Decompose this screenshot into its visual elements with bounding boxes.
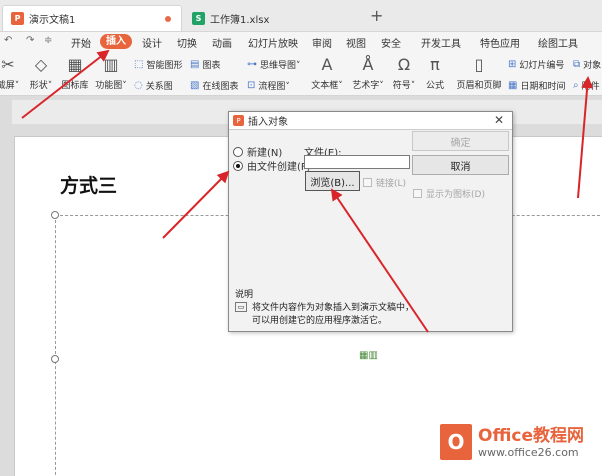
- radio-from-file[interactable]: 由文件创建(F): [233, 158, 311, 173]
- description-box: ▭ 将文件内容作为对象插入到演示文稿中， 可以用创建它的应用程序激活它。: [235, 300, 505, 326]
- smartart-button[interactable]: ⬚ 智能图形: [134, 56, 182, 72]
- insert-object-placeholder-icon[interactable]: ▦▥: [359, 350, 378, 361]
- datetime-button[interactable]: ▦ 日期和时间: [508, 77, 565, 93]
- object-preview-icon: ▭: [235, 302, 247, 312]
- function-chart-icon: ▥: [103, 55, 119, 74]
- tab-bar: P 演示文稿1 S 工作簿1.xlsx +: [0, 0, 602, 32]
- undo-icon[interactable]: ↶: [4, 35, 12, 46]
- online-chart-button[interactable]: ▧ 在线图表: [190, 77, 238, 93]
- spreadsheet-file-icon: S: [192, 11, 205, 25]
- flowchart-button[interactable]: ⊡ 流程图˅: [247, 77, 290, 93]
- resize-handle[interactable]: [51, 355, 59, 363]
- screenshot-button[interactable]: ✂ 截屏˅: [0, 54, 20, 91]
- online-chart-icon: ▧: [190, 79, 200, 91]
- mindmap-button[interactable]: ⊶ 思维导图˅: [247, 56, 301, 72]
- wordart-icon: Å: [362, 55, 374, 74]
- header-footer-button[interactable]: ▯ 页眉和页脚: [454, 54, 504, 91]
- formula-button[interactable]: π 公式: [422, 54, 448, 91]
- description-text: 可以用创建它的应用程序激活它。: [252, 316, 388, 326]
- browse-button[interactable]: 浏览(B)...: [305, 171, 360, 191]
- shapes-button[interactable]: ◇ 形状˅: [26, 54, 56, 91]
- unsaved-dot-icon: [165, 16, 171, 22]
- menu-transition[interactable]: 切换: [177, 35, 197, 50]
- tab-label: 工作簿1.xlsx: [210, 14, 270, 26]
- menu-bar: ↶ ↷ ≑ 开始 插入 设计 切换 动画 幻灯片放映 审阅 视图 安全 开发工具…: [0, 32, 602, 52]
- attachment-button[interactable]: ⌕ 附件: [573, 77, 600, 93]
- symbol-button[interactable]: Ω 符号˅: [390, 54, 418, 91]
- radio-circle[interactable]: [233, 146, 243, 157]
- slide-title[interactable]: 方式三: [60, 171, 117, 198]
- watermark: O Office教程网 www.office26.com: [440, 424, 584, 460]
- watermark-title: Office教程网: [478, 425, 585, 446]
- mindmap-icon: ⊶: [247, 58, 257, 70]
- dialog-title: 插入对象: [248, 117, 288, 128]
- cancel-button[interactable]: 取消: [412, 155, 509, 175]
- slide-number-icon: ⊞: [508, 58, 517, 70]
- relation-icon: ◌: [134, 79, 143, 91]
- icon-library-icon: ▦: [67, 55, 83, 74]
- customize-icon[interactable]: ≑: [44, 35, 52, 46]
- object-button[interactable]: ⧉ 对象: [573, 56, 601, 72]
- relation-chart-button[interactable]: ◌ 关系图: [134, 77, 173, 93]
- menu-design[interactable]: 设计: [142, 35, 162, 50]
- description-text: 将文件内容作为对象插入到演示文稿中，: [252, 303, 415, 313]
- scissors-icon: ✂: [1, 55, 15, 74]
- menu-view[interactable]: 视图: [346, 35, 366, 50]
- ribbon: ✂ 截屏˅ ◇ 形状˅ ▦ 图标库 ▥ 功能图˅ ⬚ 智能图形 ◌ 关系图 ▤ …: [0, 52, 602, 96]
- file-path-input[interactable]: [304, 155, 410, 169]
- menu-home[interactable]: 开始: [71, 35, 91, 50]
- radio-circle-selected[interactable]: [233, 160, 243, 171]
- function-chart-button[interactable]: ▥ 功能图˅: [93, 54, 129, 91]
- textbox-button[interactable]: A 文本框˅: [308, 54, 346, 91]
- menu-features[interactable]: 特色应用: [480, 35, 520, 50]
- close-icon[interactable]: ✕: [494, 113, 504, 127]
- formula-icon: π: [430, 55, 440, 74]
- tab-presentation[interactable]: P 演示文稿1: [2, 5, 182, 31]
- ok-button[interactable]: 确定: [412, 131, 509, 151]
- tab-label: 演示文稿1: [29, 15, 76, 26]
- icon-library-button[interactable]: ▦ 图标库: [60, 54, 90, 91]
- menu-animation[interactable]: 动画: [212, 35, 232, 50]
- link-checkbox[interactable]: 链接(L): [363, 176, 406, 189]
- menu-drawing-tools[interactable]: 绘图工具: [538, 35, 578, 50]
- smartart-icon: ⬚: [134, 58, 144, 70]
- redo-icon[interactable]: ↷: [26, 35, 34, 46]
- datetime-icon: ▦: [508, 79, 518, 91]
- shapes-icon: ◇: [34, 55, 48, 74]
- checkbox-box[interactable]: [363, 178, 372, 187]
- flowchart-icon: ⊡: [247, 79, 256, 91]
- header-footer-icon: ▯: [474, 55, 484, 74]
- radio-new[interactable]: 新建(N): [233, 144, 282, 159]
- watermark-url: www.office26.com: [478, 445, 579, 459]
- insert-object-dialog: P 插入对象 ✕ 新建(N) 由文件创建(F) 文件(E): 浏览(B)... …: [228, 111, 513, 332]
- checkbox-box[interactable]: [413, 189, 422, 198]
- menu-review[interactable]: 审阅: [312, 35, 332, 50]
- show-as-icon-checkbox[interactable]: 显示为图标(D): [413, 187, 485, 200]
- chart-button[interactable]: ▤ 图表: [190, 56, 220, 72]
- slide-number-button[interactable]: ⊞ 幻灯片编号: [508, 56, 564, 72]
- new-tab-button[interactable]: +: [370, 6, 383, 25]
- textbox-icon: A: [321, 55, 333, 74]
- office-logo-icon: O: [440, 424, 472, 460]
- tab-workbook[interactable]: S 工作簿1.xlsx: [184, 5, 360, 31]
- menu-developer[interactable]: 开发工具: [421, 35, 461, 50]
- chart-icon: ▤: [190, 58, 200, 70]
- app-logo-icon: P: [233, 115, 244, 126]
- menu-slideshow[interactable]: 幻灯片放映: [248, 35, 298, 50]
- menu-insert[interactable]: 插入: [100, 34, 132, 49]
- presentation-file-icon: P: [11, 12, 24, 25]
- symbol-icon: Ω: [397, 55, 411, 74]
- dialog-titlebar: P 插入对象 ✕: [229, 112, 512, 130]
- menu-security[interactable]: 安全: [381, 35, 401, 50]
- wordart-button[interactable]: Å 艺术字˅: [350, 54, 386, 91]
- resize-handle[interactable]: [51, 211, 59, 219]
- attachment-icon: ⌕: [573, 79, 579, 91]
- object-icon: ⧉: [573, 58, 581, 70]
- description-label: 说明: [235, 290, 254, 300]
